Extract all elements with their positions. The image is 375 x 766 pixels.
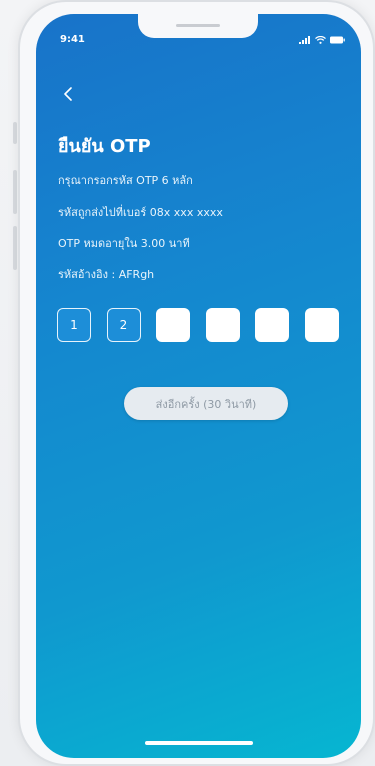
signal-icon	[299, 36, 310, 44]
otp-digit-6[interactable]	[304, 308, 339, 342]
resend-otp-button[interactable]: ส่งอีกครั้ง (30 วินาที)	[124, 387, 288, 420]
status-icons	[299, 36, 345, 44]
page-title: ยืนยัน OTP	[58, 136, 151, 157]
home-indicator[interactable]	[145, 741, 253, 745]
wifi-icon	[315, 36, 326, 44]
phone-notch	[138, 14, 258, 38]
otp-digit-5[interactable]	[255, 308, 289, 342]
otp-digit-3[interactable]	[156, 308, 190, 342]
otp-digit-2[interactable]: 2	[106, 308, 141, 342]
back-button[interactable]	[56, 82, 80, 106]
otp-input-row: 1 2	[57, 308, 339, 342]
phone-side-button	[13, 226, 17, 270]
otp-instruction: กรุณากรอกรหัส OTP 6 หลัก	[58, 174, 193, 187]
app-screen: 9:41 ยืนยัน OTP กรุณากรอกรหัส OTP 6 หลัก…	[36, 14, 361, 758]
stage: 9:41 ยืนยัน OTP กรุณากรอกรหัส OTP 6 หลัก…	[0, 0, 375, 766]
otp-expiry: OTP หมดอายุใน 3.00 นาที	[58, 237, 190, 250]
otp-digit-4[interactable]	[205, 308, 240, 342]
phone-side-button	[13, 122, 17, 144]
chevron-left-icon	[64, 87, 72, 101]
otp-sent-to: รหัสถูกส่งไปที่เบอร์ 08x xxx xxxx	[58, 206, 223, 219]
phone-side-button	[13, 170, 17, 214]
status-time: 9:41	[60, 34, 85, 45]
battery-icon	[330, 36, 345, 44]
otp-digit-1[interactable]: 1	[57, 308, 91, 342]
speaker-grille	[176, 24, 220, 27]
otp-reference: รหัสอ้างอิง : AFRgh	[58, 268, 155, 281]
